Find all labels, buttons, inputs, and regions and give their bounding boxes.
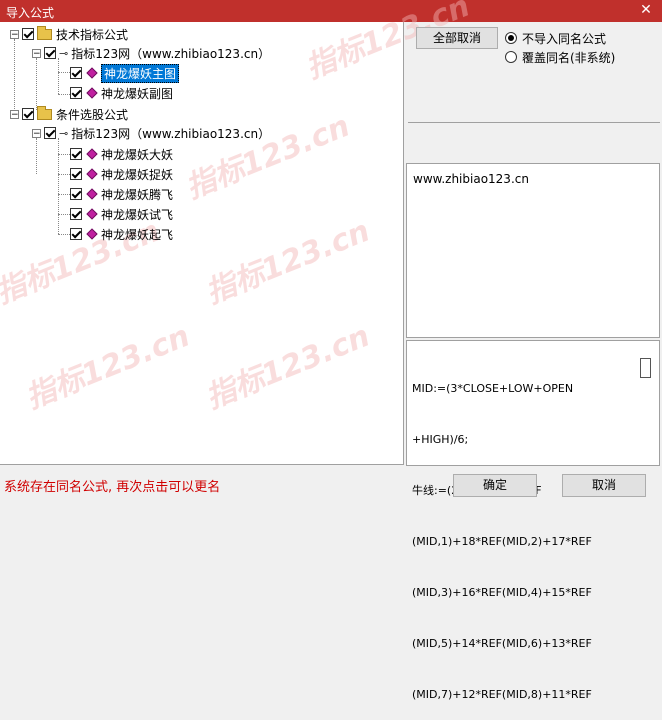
tree-node[interactable]: − ⊸ 指标123网（www.zhibiao123.cn） [32,124,270,142]
formula-tree[interactable]: 指标123.cn 指标123.cn 指标123.cn 指标123.cn 指标12… [0,0,475,465]
formula-icon [86,148,98,160]
formula-icon [86,228,98,240]
tree-node[interactable]: 神龙爆妖捉妖 [70,165,173,183]
watermark: 指标123.cn [21,318,195,416]
node-checkbox[interactable] [44,127,56,139]
node-label: 神龙爆妖主图 [101,63,180,83]
node-checkbox[interactable] [70,188,82,200]
node-checkbox[interactable] [70,208,82,220]
code-line: (MID,3)+16*REF(MID,4)+15*REF [412,586,592,599]
tree-node[interactable]: 神龙爆妖试飞 [70,205,173,223]
tree-node[interactable]: 神龙爆妖大妖 [70,145,173,163]
no-import-label: 不导入同名公式 [522,32,607,46]
tree-node[interactable]: 神龙爆妖主图 [70,63,180,83]
separator-box [408,122,660,123]
node-checkbox[interactable] [22,108,34,120]
status-message: 系统存在同名公式, 再次点击可以更名 [4,480,221,495]
node-checkbox[interactable] [70,168,82,180]
overwrite-label: 覆盖同名(非系统) [522,51,616,65]
node-checkbox[interactable] [70,67,82,79]
node-label: 神龙爆妖大妖 [101,147,174,162]
collapse-toggle-icon[interactable]: − [10,109,19,119]
node-label: 神龙爆妖起飞 [101,227,174,242]
watermark: 指标123.cn [201,213,375,311]
formula-icon [86,87,98,99]
node-label: 指标123网（www.zhibiao123.cn） [71,46,271,61]
deselect-all-button[interactable]: 全部取消 [416,27,498,49]
close-icon[interactable]: ✕ [638,2,654,18]
code-line: MID:=(3*CLOSE+LOW+OPEN [412,382,574,395]
folder-icon [37,105,52,120]
cancel-button[interactable]: 取消 [562,474,646,497]
node-checkbox[interactable] [44,47,56,59]
overwrite-radio[interactable] [505,51,517,63]
formula-icon [86,168,98,180]
node-label: 指标123网（www.zhibiao123.cn） [71,126,271,141]
node-checkbox[interactable] [22,28,34,40]
title-bar: 导入公式 ✕ [0,0,662,22]
tree-node[interactable]: 神龙爆妖腾飞 [70,185,173,203]
tree-node[interactable]: 神龙爆妖副图 [70,84,173,102]
formula-icon [86,208,98,220]
code-line: (MID,7)+12*REF(MID,8)+11*REF [412,688,592,701]
node-label: 神龙爆妖捉妖 [101,167,174,182]
folder-icon [37,25,52,40]
tree-node[interactable]: − 技术指标公式 [10,25,128,43]
tree-node[interactable]: 神龙爆妖起飞 [70,225,173,243]
formula-code: MID:=(3*CLOSE+LOW+OPEN +HIGH)/6; 牛线:=(20… [412,346,630,720]
code-line: (MID,5)+14*REF(MID,6)+13*REF [412,637,592,650]
node-label: 神龙爆妖试飞 [101,207,174,222]
watermark: 指标123.cn [201,318,375,416]
watermark: 指标123.cn [181,108,355,206]
key-icon: ⊸ [59,126,69,140]
node-checkbox[interactable] [70,228,82,240]
info-text: www.zhibiao123.cn [413,172,529,186]
code-line: (MID,1)+18*REF(MID,2)+17*REF [412,535,592,548]
node-label: 技术指标公式 [56,27,129,42]
formula-icon [86,188,98,200]
node-label: 条件选股公式 [56,107,129,122]
collapse-toggle-icon[interactable]: − [10,29,19,39]
info-panel: www.zhibiao123.cn [406,163,660,338]
window-title: 导入公式 [6,6,55,20]
ok-button[interactable]: 确定 [453,474,537,497]
node-checkbox[interactable] [70,87,82,99]
key-icon: ⊸ [59,46,69,60]
formula-icon [86,67,98,79]
no-import-radio[interactable] [505,32,517,44]
code-line: +HIGH)/6; [412,433,469,446]
node-checkbox[interactable] [70,148,82,160]
collapse-toggle-icon[interactable]: − [32,128,41,138]
scrollbar-thumb[interactable] [640,358,651,378]
collapse-toggle-icon[interactable]: − [32,48,41,58]
tree-node[interactable]: − ⊸ 指标123网（www.zhibiao123.cn） [32,44,270,62]
node-label: 神龙爆妖副图 [101,86,174,101]
node-label: 神龙爆妖腾飞 [101,187,174,202]
tree-node[interactable]: − 条件选股公式 [10,105,128,123]
